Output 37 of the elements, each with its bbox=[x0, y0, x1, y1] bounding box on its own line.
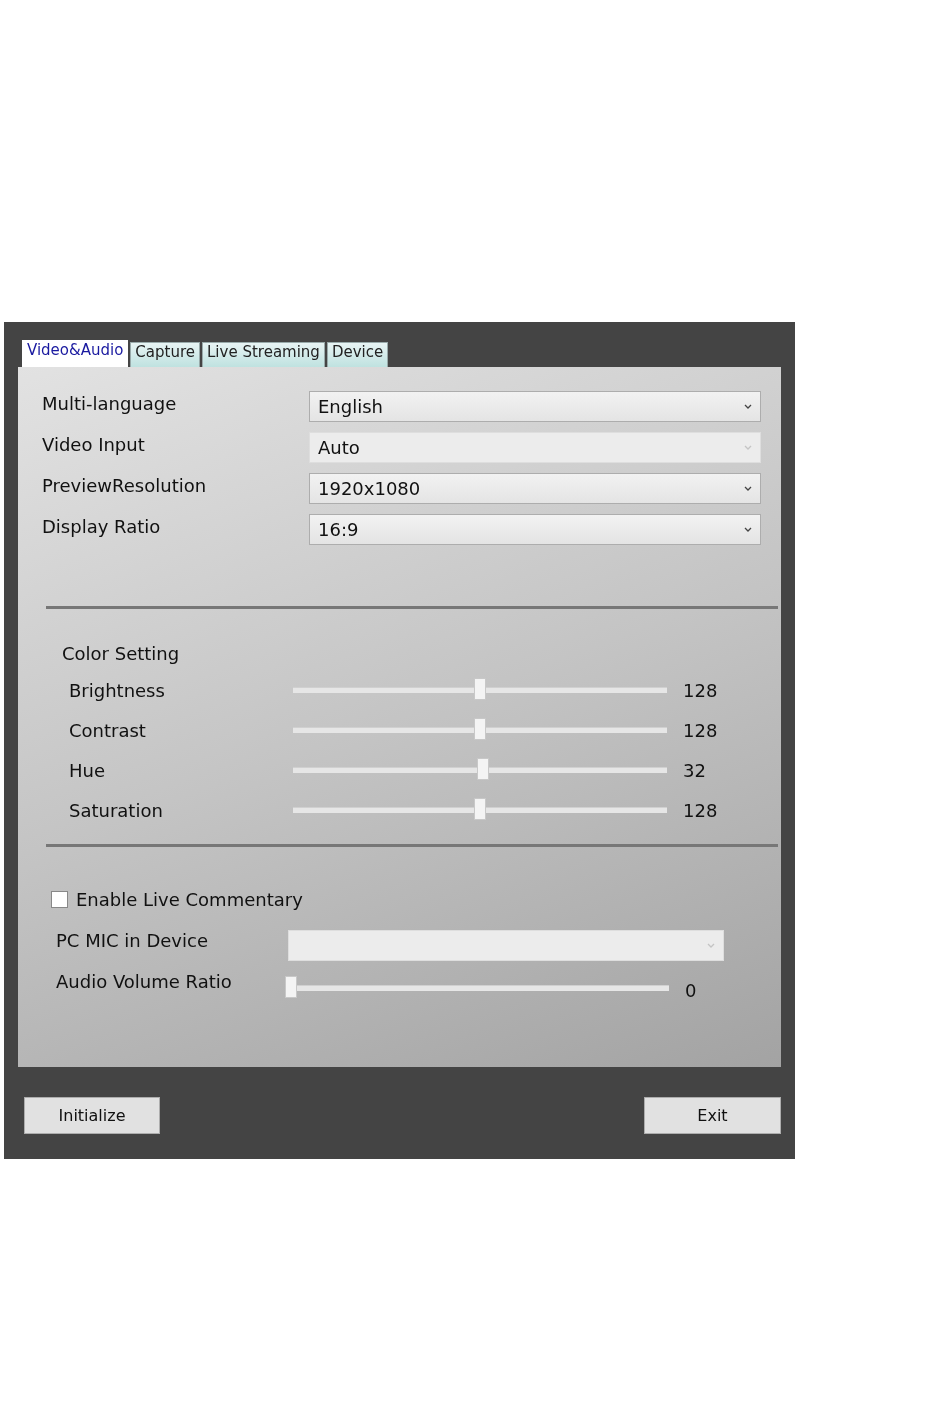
slider-thumb[interactable] bbox=[474, 798, 486, 820]
dropdown[interactable]: 16:9 bbox=[309, 514, 761, 545]
chevron-down-icon bbox=[707, 942, 715, 949]
chevron-down-icon bbox=[744, 444, 752, 451]
checkbox-label: Enable Live Commentary bbox=[76, 889, 303, 910]
setting-label: Video Input bbox=[42, 434, 146, 455]
slider-label: Hue bbox=[69, 759, 107, 781]
slider-value: 128 bbox=[682, 799, 717, 821]
chevron-down-icon bbox=[744, 485, 752, 492]
button[interactable]: Initialize bbox=[24, 1097, 160, 1134]
slider-label: Saturation bbox=[69, 799, 164, 821]
slider-thumb[interactable] bbox=[474, 678, 486, 700]
tab[interactable]: Video&Audio bbox=[22, 340, 129, 367]
tab[interactable]: Device bbox=[326, 342, 389, 367]
slider-value: 128 bbox=[682, 719, 717, 741]
slider-value: 0 bbox=[684, 980, 698, 1001]
tab[interactable]: Capture bbox=[130, 342, 200, 367]
slider-thumb[interactable] bbox=[474, 718, 486, 740]
setting-label: PC MIC in Device bbox=[56, 930, 209, 951]
slider-thumb[interactable] bbox=[476, 758, 489, 780]
dropdown[interactable]: 1920x1080 bbox=[309, 473, 761, 504]
checkbox[interactable] bbox=[51, 891, 68, 908]
setting-label: Multi-language bbox=[42, 393, 178, 414]
tab[interactable]: Live Streaming bbox=[202, 342, 325, 367]
chevron-down-icon bbox=[744, 526, 752, 533]
slider-thumb[interactable] bbox=[285, 976, 297, 998]
setting-label: Display Ratio bbox=[42, 516, 162, 537]
slider-value: 32 bbox=[682, 759, 707, 781]
chevron-down-icon bbox=[744, 403, 752, 410]
slider-label: Audio Volume Ratio bbox=[56, 971, 233, 992]
slider-value: 128 bbox=[682, 679, 717, 701]
dropdown[interactable]: English bbox=[309, 391, 761, 422]
slider-label: Contrast bbox=[69, 719, 147, 741]
button[interactable]: Exit bbox=[644, 1097, 781, 1134]
slider-label: Brightness bbox=[69, 679, 166, 701]
setting-label: PreviewResolution bbox=[42, 475, 208, 496]
section-title: Color Setting bbox=[62, 643, 181, 664]
